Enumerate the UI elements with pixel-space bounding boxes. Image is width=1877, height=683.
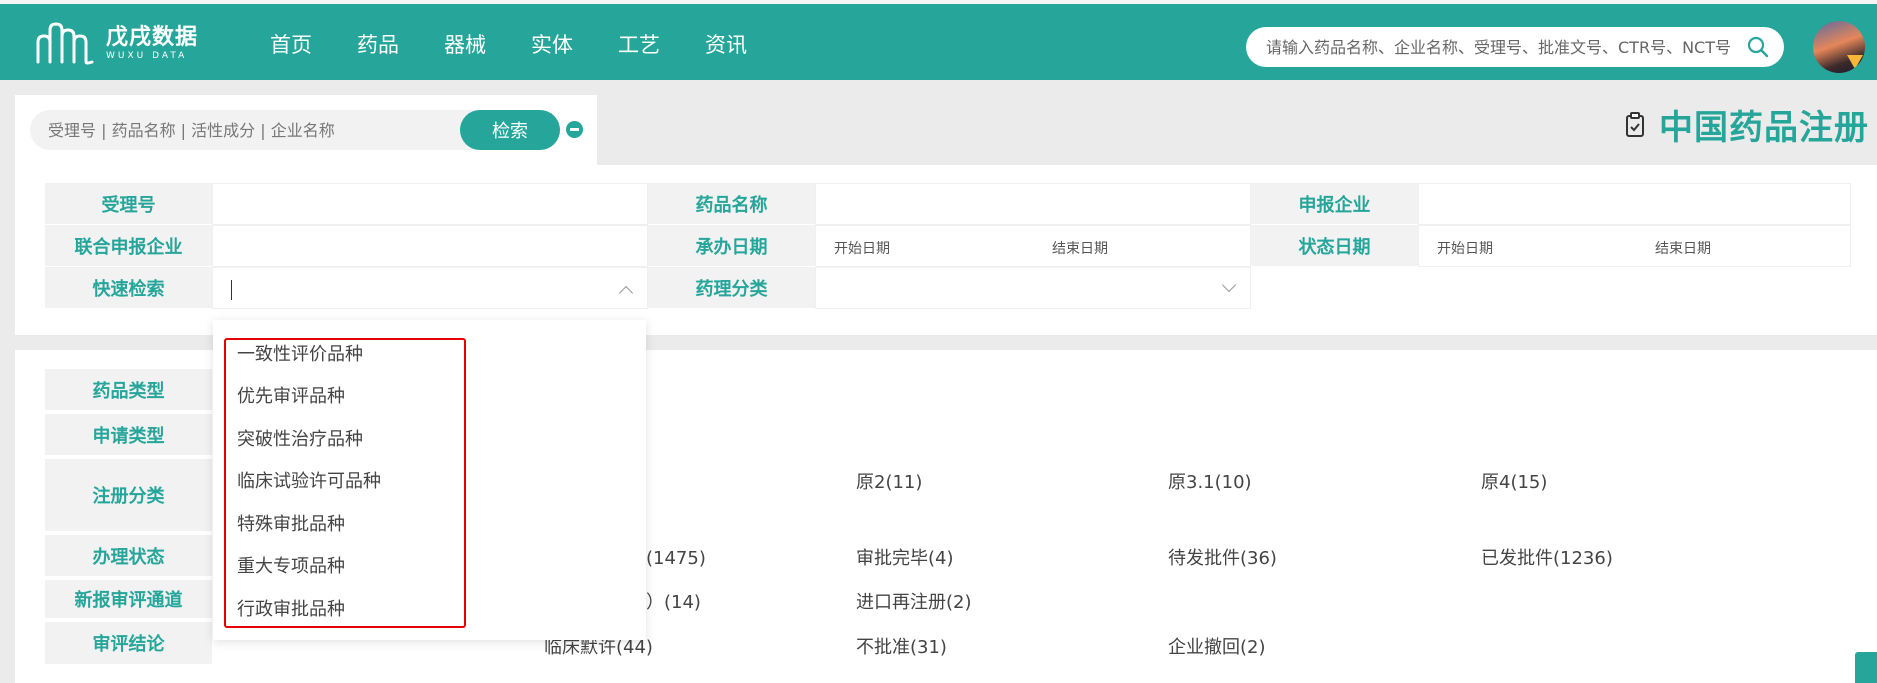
pharmacology-select[interactable] xyxy=(815,267,1251,309)
text-cursor xyxy=(231,280,232,300)
review-conclusion-label: 审评结论 xyxy=(45,622,212,664)
status-option[interactable]: 已发批件(1236) xyxy=(1481,544,1613,570)
handling-status-label: 办理状态 xyxy=(45,535,212,576)
drug-name-label: 药品名称 xyxy=(648,183,815,225)
user-avatar[interactable] xyxy=(1813,21,1865,73)
page-title-text: 中国药品注册 xyxy=(1659,108,1869,148)
collapse-minus-icon[interactable] xyxy=(566,121,583,138)
quick-search-input[interactable] xyxy=(48,120,448,140)
registration-class-label: 注册分类 xyxy=(45,459,212,531)
clipboard-icon xyxy=(1626,111,1644,137)
dropdown-arrow xyxy=(250,320,268,329)
registration-option[interactable]: 原2(11) xyxy=(856,468,922,494)
status-start-date[interactable]: 开始日期 xyxy=(1437,238,1493,258)
status-option[interactable]: 待发批件(36) xyxy=(1168,544,1277,570)
acceptance-no-field[interactable] xyxy=(212,183,648,225)
vip-badge-icon xyxy=(1847,55,1863,69)
nav-drugs[interactable]: 药品 xyxy=(357,29,399,59)
quick-filter-label: 快速检索 xyxy=(45,267,212,309)
drug-type-label: 药品类型 xyxy=(45,369,212,410)
search-button[interactable]: 检索 xyxy=(460,110,560,150)
status-date-range: 开始日期 结束日期 xyxy=(1418,225,1851,267)
nav-home[interactable]: 首页 xyxy=(270,29,312,59)
handling-date-label: 承办日期 xyxy=(648,225,815,267)
nav-news[interactable]: 资讯 xyxy=(705,29,747,59)
filter-row-3: 快速检索 药理分类 xyxy=(45,267,1851,309)
status-date-label: 状态日期 xyxy=(1251,225,1418,267)
applicant-label: 申报企业 xyxy=(1251,183,1418,225)
logo[interactable]: 戊戌数据 WUXU DATA xyxy=(36,20,198,68)
page-title: 中国药品注册 xyxy=(1625,100,1869,149)
logo-subtext: WUXU DATA xyxy=(106,51,188,61)
filter-row-1: 受理号 药品名称 申报企业 xyxy=(45,183,1851,225)
status-option[interactable]: 审批完毕(4) xyxy=(856,544,954,570)
conclusion-option[interactable]: 企业撤回(2) xyxy=(1168,633,1266,659)
filter-row-2: 联合申报企业 承办日期 开始日期 结束日期 状态日期 开始日期 结束日期 xyxy=(45,225,1851,267)
chevron-up-icon xyxy=(618,285,634,301)
handling-start-date[interactable]: 开始日期 xyxy=(834,238,890,258)
global-search xyxy=(1246,27,1784,67)
registration-option[interactable]: 原4(15) xyxy=(1481,468,1547,494)
drug-name-field[interactable] xyxy=(815,183,1251,225)
nav-devices[interactable]: 器械 xyxy=(444,29,486,59)
main-nav: 首页 药品 器械 实体 工艺 资讯 xyxy=(270,4,792,84)
search-icon[interactable] xyxy=(1746,35,1770,59)
highlight-box xyxy=(224,338,466,628)
joint-applicant-field[interactable] xyxy=(212,225,648,267)
channel-option[interactable]: 进口再注册(2) xyxy=(856,588,972,614)
conclusion-option[interactable]: 不批准(31) xyxy=(856,633,947,659)
chevron-down-icon xyxy=(1221,277,1237,293)
registration-option[interactable]: 原3.1(10) xyxy=(1168,468,1252,494)
joint-applicant-label: 联合申报企业 xyxy=(45,225,212,267)
logo-text: 戊戌数据 xyxy=(106,25,199,50)
quick-filter-select[interactable] xyxy=(212,267,648,309)
side-float-button[interactable] xyxy=(1855,652,1877,683)
nav-processes[interactable]: 工艺 xyxy=(618,29,660,59)
application-type-label: 申请类型 xyxy=(45,414,212,455)
acceptance-no-label: 受理号 xyxy=(45,183,212,225)
logo-icon xyxy=(36,22,94,65)
status-end-date[interactable]: 结束日期 xyxy=(1655,238,1711,258)
nav-entities[interactable]: 实体 xyxy=(531,29,573,59)
global-search-input[interactable] xyxy=(1266,37,1736,57)
top-nav-bar: 戊戌数据 WUXU DATA 首页 药品 器械 实体 工艺 资讯 xyxy=(0,0,1877,80)
review-channel-label: 新报审评通道 xyxy=(45,580,212,618)
handling-end-date[interactable]: 结束日期 xyxy=(1052,238,1108,258)
applicant-field[interactable] xyxy=(1418,183,1851,225)
handling-date-range: 开始日期 结束日期 xyxy=(815,225,1251,267)
pharmacology-label: 药理分类 xyxy=(648,267,815,309)
